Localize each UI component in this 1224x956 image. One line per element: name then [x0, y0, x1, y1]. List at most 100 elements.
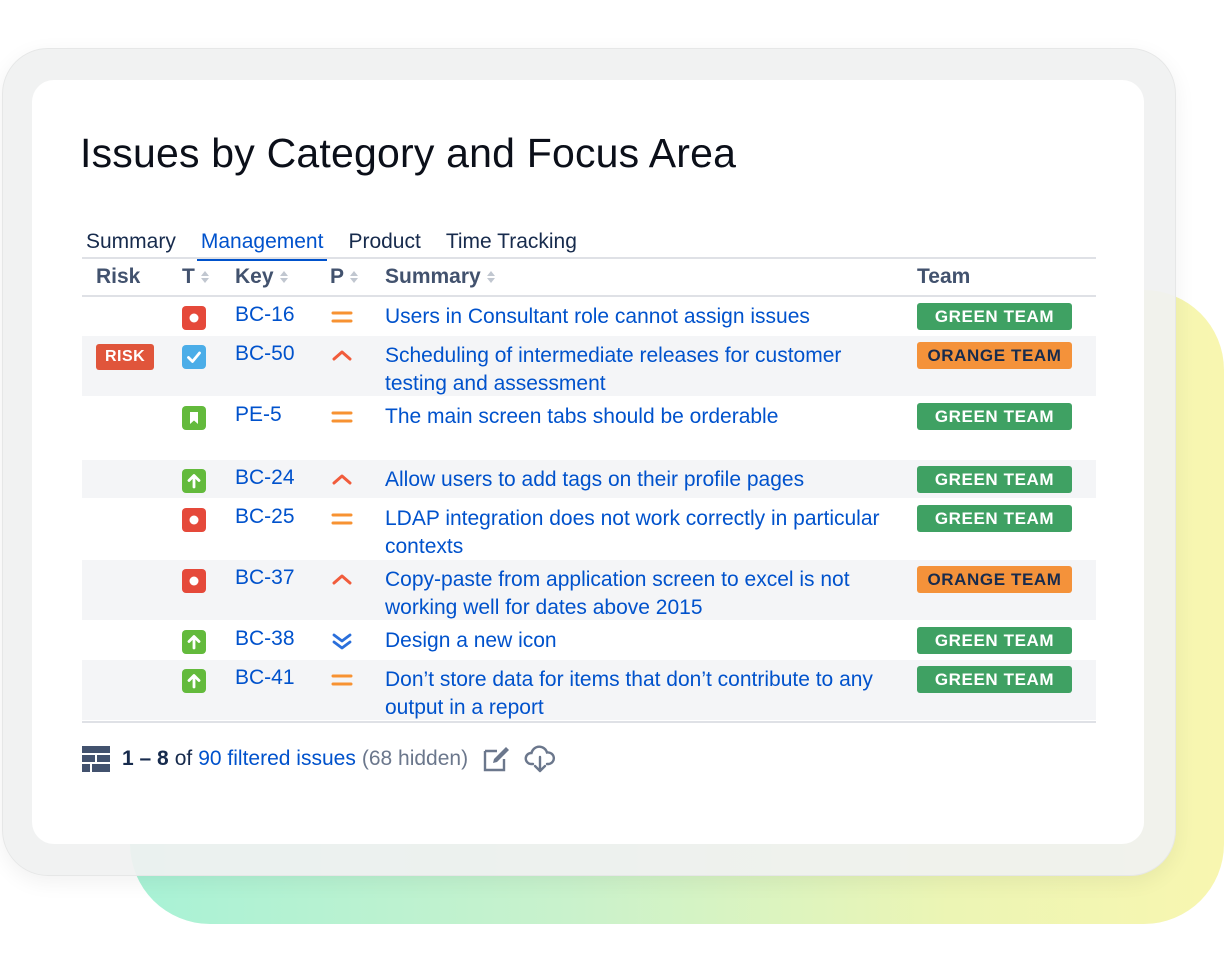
issue-key-link[interactable]: BC-50: [235, 342, 295, 366]
issue-type-cell: [182, 630, 206, 654]
issue-key-link[interactable]: BC-25: [235, 505, 295, 529]
priority-high-icon: [330, 350, 354, 370]
table-row[interactable]: BC-38 Design a new icon GREEN TEAM: [82, 621, 1096, 660]
filtered-issues-link[interactable]: 90 filtered issues: [198, 747, 356, 771]
issue-key-link[interactable]: BC-37: [235, 566, 295, 590]
issue-summary-link[interactable]: LDAP integration does not work correctly…: [385, 505, 885, 561]
improvement-icon: [182, 630, 206, 654]
bug-icon: [182, 569, 206, 593]
column-header-type[interactable]: T: [182, 265, 209, 289]
task-icon: [182, 345, 206, 369]
table-row[interactable]: BC-24 Allow users to add tags on their pr…: [82, 460, 1096, 499]
issue-type-cell: [182, 469, 206, 493]
priority-cell: [330, 407, 354, 432]
team-cell: GREEN TEAM: [917, 505, 1072, 532]
priority-cell: [330, 470, 354, 495]
issue-type-cell: [182, 508, 206, 532]
column-header-priority[interactable]: P: [330, 265, 359, 289]
improvement-icon: [182, 669, 206, 693]
priority-high-icon: [330, 474, 354, 494]
team-badge: GREEN TEAM: [917, 627, 1072, 654]
issue-summary-link[interactable]: Don’t store data for items that don’t co…: [385, 666, 885, 722]
table-row[interactable]: BC-41 Don’t store data for items that don…: [82, 660, 1096, 721]
issue-summary-link[interactable]: Users in Consultant role cannot assign i…: [385, 303, 885, 331]
result-of-label: of: [174, 747, 193, 770]
team-badge: GREEN TEAM: [917, 466, 1072, 493]
table-row[interactable]: BC-37 Copy-paste from application screen …: [82, 560, 1096, 621]
bug-icon: [182, 508, 206, 532]
team-cell: GREEN TEAM: [917, 666, 1072, 693]
sort-icon: [279, 271, 288, 283]
priority-cell: [330, 631, 354, 658]
issue-key-link[interactable]: PE-5: [235, 403, 282, 427]
table-layout-icon[interactable]: [82, 746, 110, 772]
priority-medium-icon: [330, 411, 354, 431]
team-cell: GREEN TEAM: [917, 303, 1072, 330]
risk-cell: RISK: [96, 344, 155, 370]
team-cell: GREEN TEAM: [917, 403, 1072, 430]
issue-key-link[interactable]: BC-41: [235, 666, 295, 690]
sort-icon: [350, 271, 359, 283]
sort-icon: [486, 271, 495, 283]
issue-type-cell: [182, 345, 206, 369]
team-badge: ORANGE TEAM: [917, 342, 1072, 369]
team-badge: GREEN TEAM: [917, 666, 1072, 693]
column-header-key[interactable]: Key: [235, 265, 288, 289]
edit-icon[interactable]: [482, 745, 512, 773]
tab-management[interactable]: Management: [196, 226, 328, 261]
sort-icon: [200, 271, 209, 283]
bug-icon: [182, 306, 206, 330]
priority-cell: [330, 509, 354, 534]
table-body: BC-16 Users in Consultant role cannot ass…: [82, 297, 1096, 721]
issue-summary-link[interactable]: Allow users to add tags on their profile…: [385, 466, 885, 494]
team-badge: GREEN TEAM: [917, 303, 1072, 330]
tab-product[interactable]: Product: [344, 226, 424, 258]
column-header-risk[interactable]: Risk: [96, 265, 140, 289]
priority-lowest-icon: [330, 633, 354, 657]
priority-medium-icon: [330, 674, 354, 694]
issue-type-cell: [182, 306, 206, 330]
table-row[interactable]: PE-5 The main screen tabs should be order…: [82, 397, 1096, 460]
team-badge: ORANGE TEAM: [917, 566, 1072, 593]
tab-time-tracking[interactable]: Time Tracking: [442, 226, 581, 258]
priority-cell: [330, 346, 354, 371]
issue-summary-link[interactable]: Scheduling of intermediate releases for …: [385, 342, 885, 398]
issue-type-cell: [182, 669, 206, 693]
table-row[interactable]: BC-25 LDAP integration does not work corr…: [82, 499, 1096, 560]
team-cell: ORANGE TEAM: [917, 566, 1072, 593]
issues-card: Issues by Category and Focus Area Summar…: [32, 80, 1144, 844]
cloud-download-icon[interactable]: [524, 745, 556, 773]
hidden-count: (68 hidden): [361, 747, 469, 770]
priority-medium-icon: [330, 311, 354, 331]
issues-table: Risk T Key P Summary Team BC-16 Users in…: [82, 257, 1096, 723]
table-header: Risk T Key P Summary Team: [82, 259, 1096, 297]
priority-cell: [330, 670, 354, 695]
issue-summary-link[interactable]: Copy-paste from application screen to ex…: [385, 566, 885, 622]
issue-key-link[interactable]: BC-16: [235, 303, 295, 327]
issue-key-link[interactable]: BC-24: [235, 466, 295, 490]
team-cell: GREEN TEAM: [917, 466, 1072, 493]
priority-cell: [330, 570, 354, 595]
issue-key-link[interactable]: BC-38: [235, 627, 295, 651]
issue-type-cell: [182, 569, 206, 593]
column-header-summary[interactable]: Summary: [385, 265, 495, 289]
priority-medium-icon: [330, 513, 354, 533]
issue-summary-link[interactable]: The main screen tabs should be orderable: [385, 403, 885, 431]
risk-badge: RISK: [96, 344, 155, 370]
story-icon: [182, 406, 206, 430]
issue-type-cell: [182, 406, 206, 430]
page-title: Issues by Category and Focus Area: [80, 130, 737, 176]
table-row[interactable]: BC-16 Users in Consultant role cannot ass…: [82, 297, 1096, 336]
priority-cell: [330, 307, 354, 332]
improvement-icon: [182, 469, 206, 493]
tab-summary[interactable]: Summary: [82, 226, 180, 258]
team-cell: ORANGE TEAM: [917, 342, 1072, 369]
table-footer: 1 – 8 of 90 filtered issues (68 hidden): [82, 743, 568, 775]
column-header-team[interactable]: Team: [917, 265, 970, 289]
table-row[interactable]: RISK BC-50 Scheduling of intermediate rele…: [82, 336, 1096, 397]
result-range: 1 – 8: [122, 747, 169, 770]
team-badge: GREEN TEAM: [917, 403, 1072, 430]
issue-summary-link[interactable]: Design a new icon: [385, 627, 885, 655]
team-cell: GREEN TEAM: [917, 627, 1072, 654]
priority-high-icon: [330, 574, 354, 594]
